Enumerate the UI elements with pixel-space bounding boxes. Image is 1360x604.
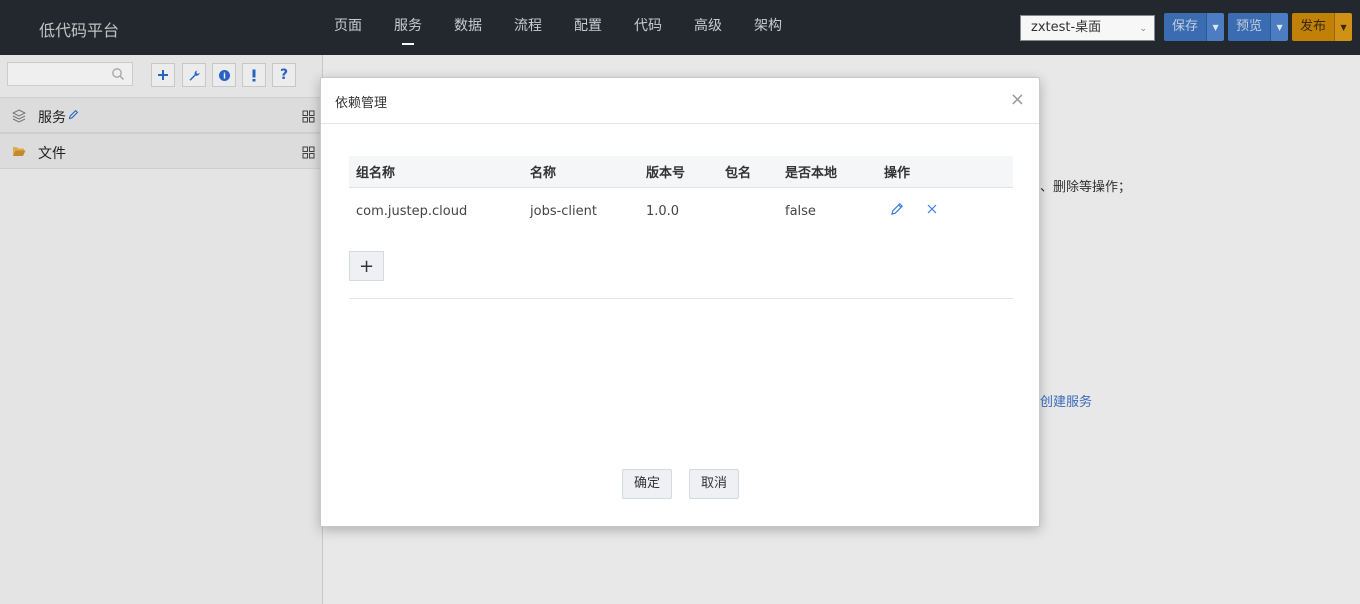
cell-group: com.justep.cloud [356,203,468,219]
delete-row-close-icon[interactable] [926,203,938,219]
cell-local: false [785,203,816,219]
dependency-dialog: 依赖管理 × 组名称 名称 版本号 包名 是否本地 操作 com.justep.… [320,77,1040,527]
column-header-local: 是否本地 [778,156,877,188]
dependency-table: 组名称 名称 版本号 包名 是否本地 操作 com.justep.cloud j… [349,156,1013,235]
cancel-button[interactable]: 取消 [689,469,740,499]
column-header-package: 包名 [718,156,778,188]
column-header-actions: 操作 [877,156,1013,188]
dialog-header: 依赖管理 × [321,78,1039,124]
column-header-group: 组名称 [349,156,523,188]
add-dependency-button[interactable]: + [349,251,384,281]
column-header-version: 版本号 [639,156,718,188]
dialog-divider [349,298,1013,299]
table-row: com.justep.cloud jobs-client 1.0.0 false [349,187,1013,235]
column-header-name: 名称 [523,156,639,188]
edit-row-pencil-icon[interactable] [890,202,904,220]
dialog-title: 依赖管理 [335,96,388,111]
cell-package [718,187,778,235]
cell-version: 1.0.0 [646,203,680,219]
ok-button[interactable]: 确定 [622,469,673,499]
cell-name: jobs-client [530,203,597,219]
table-header-row: 组名称 名称 版本号 包名 是否本地 操作 [349,156,1013,188]
close-icon[interactable]: × [1010,89,1025,110]
cell-actions [877,187,1013,235]
